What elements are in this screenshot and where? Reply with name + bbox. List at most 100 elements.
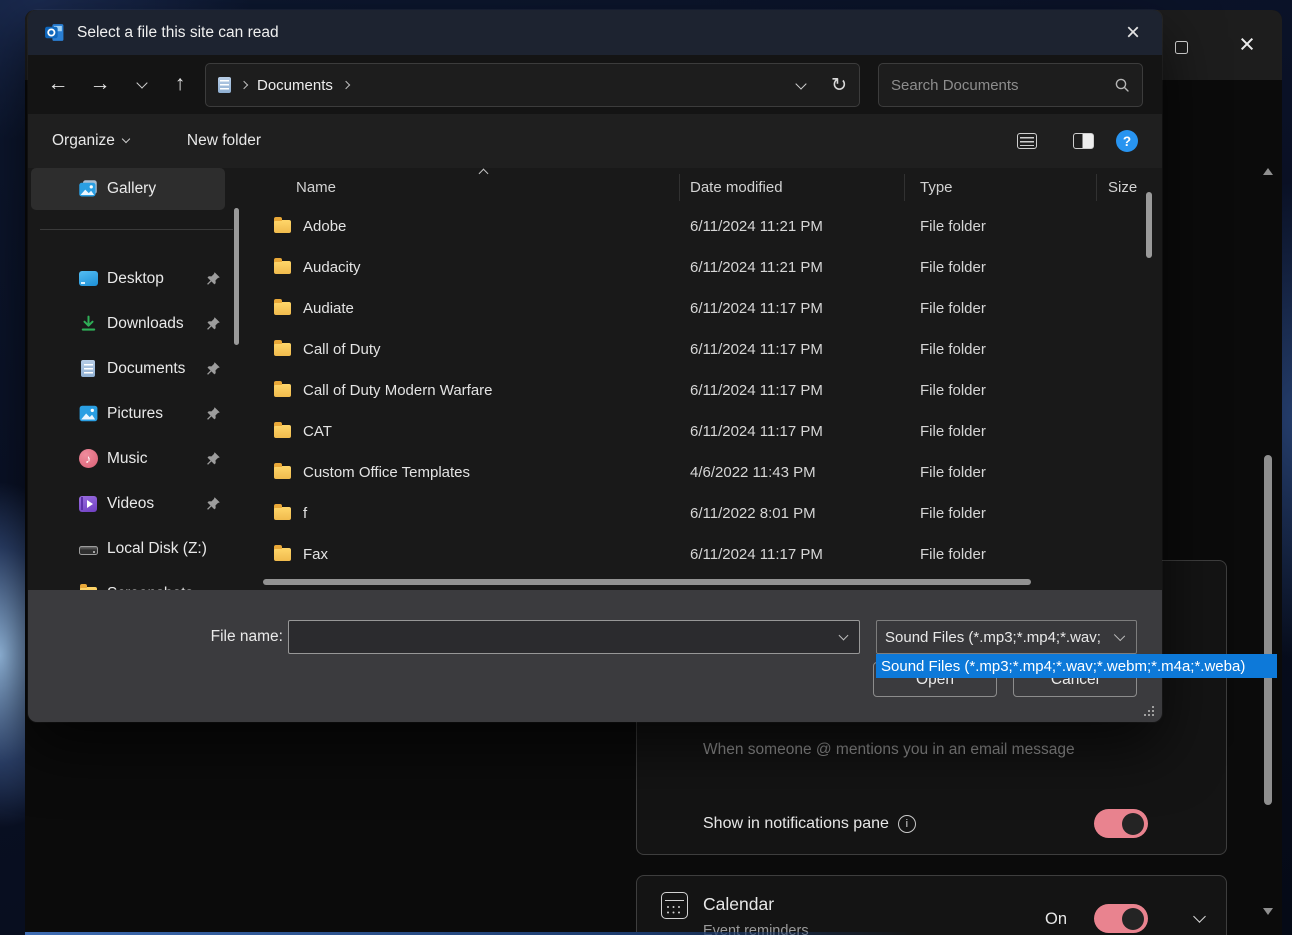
folder-icon (274, 261, 291, 274)
recent-locations-button[interactable] (124, 65, 160, 103)
folder-icon (274, 425, 291, 438)
chevron-down-icon[interactable] (1193, 910, 1206, 923)
folder-icon (274, 220, 291, 233)
dialog-title: Select a file this site can read (77, 24, 279, 42)
sidebar-item-local-disk-z[interactable]: Local Disk (Z:) (31, 526, 225, 571)
sidebar-item-screenshots[interactable]: Screenshots (31, 571, 225, 590)
file-row-fax[interactable]: Fax 6/11/2024 11:17 PM File folder (253, 534, 1162, 575)
pin-icon[interactable] (205, 451, 221, 467)
file-row-adobe[interactable]: Adobe 6/11/2024 11:21 PM File folder (253, 206, 1162, 247)
calendar-state-label: On (1045, 904, 1067, 934)
close-icon: × (1126, 21, 1140, 45)
navigation-pane: Gallery Desktop Downloads Documents (28, 168, 253, 590)
pin-icon[interactable] (205, 316, 221, 332)
taskbar-edge (25, 932, 915, 935)
calendar-toggle[interactable] (1094, 904, 1148, 933)
back-button[interactable]: ← (40, 65, 76, 103)
maximize-icon (1175, 41, 1188, 54)
file-row-custom-office-templates[interactable]: Custom Office Templates 4/6/2022 11:43 P… (253, 452, 1162, 493)
sidebar-item-music[interactable]: ♪ Music (31, 436, 225, 481)
sidebar-divider (40, 229, 233, 230)
gallery-icon (78, 179, 98, 199)
column-header-name[interactable]: Name (253, 174, 680, 201)
maximize-button[interactable] (1166, 34, 1196, 60)
chevron-down-icon (122, 135, 130, 143)
file-row-call-of-duty[interactable]: Call of Duty 6/11/2024 11:17 PM File fol… (253, 329, 1162, 370)
sidebar-item-gallery[interactable]: Gallery (31, 168, 225, 210)
list-scrollbar-thumb[interactable] (1146, 192, 1152, 258)
file-type-select[interactable]: Sound Files (*.mp3;*.mp4;*.wav; (876, 620, 1137, 654)
sidebar-item-documents[interactable]: Documents (31, 346, 225, 391)
organize-button[interactable]: Organize (52, 132, 129, 150)
breadcrumb-documents[interactable]: Documents (257, 77, 333, 94)
horizontal-scrollbar-thumb[interactable] (263, 579, 1031, 585)
sidebar-item-downloads[interactable]: Downloads (31, 301, 225, 346)
resize-grip[interactable] (1144, 706, 1146, 708)
downloads-icon (78, 314, 98, 334)
address-bar[interactable]: Documents ↻ (205, 63, 860, 107)
file-type-option-highlighted[interactable]: Sound Files (*.mp3;*.mp4;*.wav;*.webm;*.… (876, 654, 1277, 678)
videos-icon (78, 494, 98, 514)
file-name-input[interactable] (289, 621, 840, 653)
file-name-combobox[interactable] (288, 620, 860, 654)
address-dropdown-icon[interactable] (795, 78, 806, 89)
documents-icon (78, 359, 98, 379)
close-icon: × (1239, 31, 1255, 58)
view-mode-button[interactable] (1017, 133, 1051, 149)
pin-icon[interactable] (205, 496, 221, 512)
file-row-f[interactable]: f 6/11/2022 8:01 PM File folder (253, 493, 1162, 534)
dialog-navbar: ← → ↑ Documents ↻ (28, 55, 1162, 114)
sidebar-scrollbar-thumb[interactable] (234, 208, 239, 345)
chevron-down-icon (1046, 139, 1051, 144)
help-button[interactable]: ? (1116, 130, 1138, 152)
app-scrollbar-thumb[interactable] (1264, 455, 1272, 805)
file-row-call-of-duty-modern-warfare[interactable]: Call of Duty Modern Warfare 6/11/2024 11… (253, 370, 1162, 411)
search-input[interactable] (891, 77, 1114, 94)
drive-icon (78, 539, 98, 559)
folder-icon (274, 507, 291, 520)
folder-icon (274, 384, 291, 397)
notifications-pane-toggle[interactable] (1094, 809, 1148, 838)
forward-button[interactable]: → (82, 65, 118, 103)
calendar-icon (661, 892, 688, 919)
sidebar-item-label: Gallery (107, 180, 156, 198)
file-row-audacity[interactable]: Audacity 6/11/2024 11:21 PM File folder (253, 247, 1162, 288)
file-row-audiate[interactable]: Audiate 6/11/2024 11:17 PM File folder (253, 288, 1162, 329)
calendar-title: Calendar (703, 894, 774, 915)
new-folder-button[interactable]: New folder (187, 132, 261, 150)
dialog-main: Gallery Desktop Downloads Documents (28, 168, 1162, 590)
music-icon: ♪ (78, 449, 98, 469)
column-header-size[interactable]: Size (1097, 174, 1162, 201)
search-icon[interactable] (1114, 77, 1130, 93)
file-picker-dialog: Select a file this site can read × ← → ↑… (28, 10, 1162, 722)
folder-icon (274, 302, 291, 315)
info-icon[interactable]: i (898, 815, 916, 833)
app-close-button[interactable]: × (1232, 28, 1262, 60)
mentions-description: When someone @ mentions you in an email … (703, 741, 1075, 759)
scroll-down-icon[interactable] (1263, 908, 1273, 915)
sidebar-item-videos[interactable]: Videos (31, 481, 225, 526)
documents-icon (218, 77, 231, 93)
sidebar-item-pictures[interactable]: Pictures (31, 391, 225, 436)
dialog-close-button[interactable]: × (1118, 18, 1148, 48)
desktop: { "app": { "settings": { "mentions_title… (0, 0, 1292, 935)
scroll-up-icon[interactable] (1263, 168, 1273, 175)
refresh-icon[interactable]: ↻ (831, 74, 847, 97)
column-header-date-modified[interactable]: Date modified (680, 174, 905, 201)
breadcrumb-chevron-icon[interactable] (342, 81, 350, 89)
app-scrollbar[interactable] (1263, 10, 1273, 935)
preview-pane-button[interactable] (1073, 133, 1094, 149)
pin-icon[interactable] (205, 406, 221, 422)
sidebar-item-desktop[interactable]: Desktop (31, 256, 225, 301)
breadcrumb-chevron-icon[interactable] (240, 81, 248, 89)
column-headers: Name Date modified Type Size (253, 168, 1162, 206)
chevron-down-icon[interactable] (839, 631, 849, 641)
up-button[interactable]: ↑ (162, 65, 198, 103)
column-header-type[interactable]: Type (905, 174, 1097, 201)
pin-icon[interactable] (205, 361, 221, 377)
search-box[interactable] (878, 63, 1143, 107)
pictures-icon (78, 404, 98, 424)
pin-icon[interactable] (205, 271, 221, 287)
details-view-icon (1017, 133, 1037, 149)
file-row-cat[interactable]: CAT 6/11/2024 11:17 PM File folder (253, 411, 1162, 452)
